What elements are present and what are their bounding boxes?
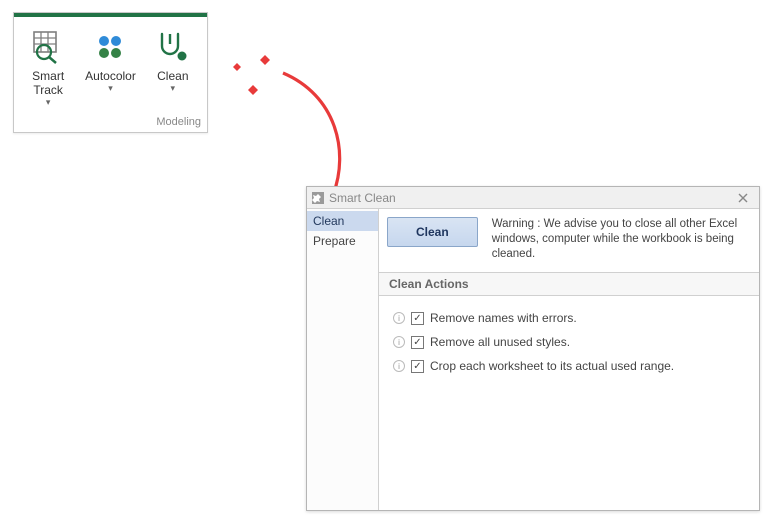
dialog-sidebar: Clean Prepare bbox=[307, 209, 379, 510]
close-icon bbox=[738, 193, 748, 203]
pin-icon[interactable] bbox=[311, 191, 325, 205]
checkbox[interactable]: ✓ bbox=[411, 360, 424, 373]
clean-actions-list: i ✓ Remove names with errors. i ✓ Remove… bbox=[379, 296, 759, 388]
sidebar-item-prepare[interactable]: Prepare bbox=[307, 231, 378, 251]
chevron-down-icon: ▾ bbox=[108, 83, 113, 93]
action-label: Remove all unused styles. bbox=[430, 335, 570, 349]
checkbox[interactable]: ✓ bbox=[411, 312, 424, 325]
ribbon-button-clean[interactable]: Clean ▾ bbox=[143, 25, 203, 111]
action-label: Crop each worksheet to its actual used r… bbox=[430, 359, 674, 373]
ribbon-group-label: Modeling bbox=[14, 113, 207, 132]
ribbon-group: Smart Track ▾ Autocolor ▾ bbox=[13, 12, 208, 133]
close-button[interactable] bbox=[731, 188, 755, 208]
clean-button[interactable]: Clean bbox=[387, 217, 478, 247]
info-icon[interactable]: i bbox=[393, 360, 405, 372]
ribbon-button-smart-track[interactable]: Smart Track ▾ bbox=[18, 25, 78, 111]
action-label: Remove names with errors. bbox=[430, 311, 577, 325]
ribbon-label: Autocolor bbox=[85, 69, 136, 83]
chevron-down-icon: ▾ bbox=[171, 83, 176, 93]
smart-track-icon bbox=[31, 29, 65, 65]
ribbon-label: Smart Track bbox=[32, 69, 64, 97]
info-icon[interactable]: i bbox=[393, 312, 405, 324]
action-row: i ✓ Remove names with errors. bbox=[389, 306, 749, 330]
autocolor-icon bbox=[95, 29, 125, 65]
action-row: i ✓ Crop each worksheet to its actual us… bbox=[389, 354, 749, 378]
dialog-title: Smart Clean bbox=[329, 191, 396, 205]
section-header-clean-actions: Clean Actions bbox=[379, 273, 759, 296]
sidebar-item-clean[interactable]: Clean bbox=[307, 211, 378, 231]
chevron-down-icon: ▾ bbox=[46, 97, 51, 107]
checkbox[interactable]: ✓ bbox=[411, 336, 424, 349]
titlebar: Smart Clean bbox=[307, 187, 759, 209]
info-icon[interactable]: i bbox=[393, 336, 405, 348]
warning-text: Warning : We advise you to close all oth… bbox=[492, 217, 751, 262]
action-row: i ✓ Remove all unused styles. bbox=[389, 330, 749, 354]
ribbon-button-autocolor[interactable]: Autocolor ▾ bbox=[80, 25, 140, 111]
clean-icon bbox=[156, 29, 190, 65]
smart-clean-dialog: Smart Clean Clean Prepare Clean Warning … bbox=[306, 186, 760, 511]
ribbon-label: Clean bbox=[157, 69, 188, 83]
